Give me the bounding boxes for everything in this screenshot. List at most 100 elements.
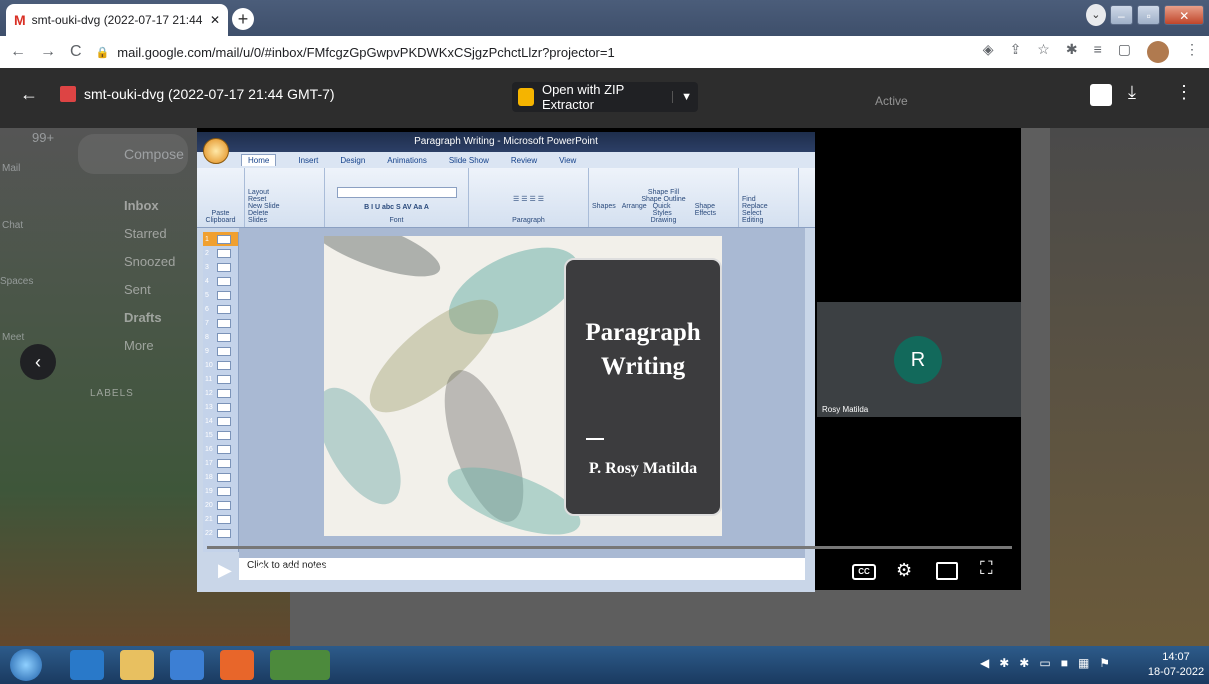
slide-thumbnail[interactable]: 8 [203,330,238,344]
reload-icon[interactable]: C [70,43,82,61]
back-icon[interactable]: ← [10,43,26,61]
tab-animations[interactable]: Animations [387,156,427,165]
miniplayer-icon[interactable] [936,562,958,580]
new-tab-button[interactable]: + [232,8,254,30]
tab-review[interactable]: Review [511,156,537,165]
paragraph-buttons[interactable]: ☰ ☰ ☰ ☰ [513,195,544,203]
slide-thumbnail[interactable]: 13 [203,400,238,414]
close-window-button[interactable]: ✕ [1164,5,1204,25]
maximize-button[interactable]: ▫ [1137,5,1161,25]
rail-chat[interactable]: Chat [2,220,23,231]
shape-effects-button[interactable]: Shape Effects [695,203,735,217]
more-options-icon[interactable]: ⋮ [1175,82,1193,103]
start-button[interactable] [10,649,42,681]
slide-thumbnail[interactable]: 6 [203,302,238,316]
select-button[interactable]: Select [742,210,761,217]
paste-button[interactable]: Paste [212,210,230,217]
tab-view[interactable]: View [559,156,576,165]
bookmark-star-icon[interactable]: ☆ [1037,41,1050,63]
slide-thumbnail[interactable]: 17 [203,456,238,470]
flag-icon[interactable]: ⚑ [1099,656,1110,670]
slide-thumbnail[interactable]: 2 [203,246,238,260]
nav-inbox[interactable]: Inbox [124,198,159,213]
browser-tab[interactable]: M smt-ouki-dvg (2022-07-17 21:44 ✕ [6,4,228,36]
play-icon[interactable]: ▶ [218,560,232,581]
settings-gear-icon[interactable]: ⚙ [896,560,912,581]
slide-thumbnail[interactable]: 7 [203,316,238,330]
tab-insert[interactable]: Insert [298,156,318,165]
slide-thumbnail[interactable]: 21 [203,512,238,526]
find-button[interactable]: Find [742,196,756,203]
nav-snoozed[interactable]: Snoozed [124,254,175,269]
volume-icon[interactable]: 🔊︎ [256,560,266,578]
volume-tray-icon[interactable]: ◀ [980,656,989,670]
font-format-buttons[interactable]: B I U abc S AV Aa A [364,204,429,211]
rail-spaces[interactable]: Spaces [0,276,33,287]
shape-fill-button[interactable]: Shape Fill [648,189,679,196]
open-with-button[interactable]: Open with ZIP Extractor ▼ [512,82,698,112]
minimize-button[interactable]: – [1109,5,1134,25]
close-tab-icon[interactable]: ✕ [210,13,220,27]
chevron-down-icon[interactable]: ▼ [672,91,692,103]
slide-thumbnail[interactable]: 1 [203,232,238,246]
slide-thumbnail[interactable]: 15 [203,428,238,442]
tray-icon[interactable]: ▭ [1039,656,1050,670]
forward-icon[interactable]: → [40,43,56,61]
shape-outline-button[interactable]: Shape Outline [641,196,685,203]
slide-thumbnail[interactable]: 9 [203,344,238,358]
slide-thumbnail[interactable]: 14 [203,414,238,428]
side-panel-icon[interactable]: ▢ [1118,41,1131,63]
new-slide-button[interactable]: New Slide [248,203,280,210]
download-icon[interactable]: ⤓ [1128,82,1136,103]
nav-sent[interactable]: Sent [124,282,151,297]
tab-slide-show[interactable]: Slide Show [449,156,489,165]
profile-avatar[interactable] [1147,41,1169,63]
internet-explorer-icon[interactable] [170,650,204,680]
chrome-icon[interactable] [270,650,330,680]
slide-thumbnail[interactable]: 12 [203,386,238,400]
nav-drafts[interactable]: Drafts [124,310,162,325]
reset-button[interactable]: Reset [248,196,266,203]
replace-button[interactable]: Replace [742,203,768,210]
captions-button[interactable]: CC [852,564,876,580]
tab-design[interactable]: Design [340,156,365,165]
slide-thumbnail[interactable]: 18 [203,470,238,484]
close-viewer-icon[interactable]: ← [20,84,38,105]
nav-more[interactable]: More [124,338,154,353]
office-button-icon[interactable] [203,138,229,164]
add-to-drive-icon[interactable] [1090,84,1112,106]
firefox-icon[interactable] [220,650,254,680]
slide-thumbnail[interactable]: 20 [203,498,238,512]
slide-thumbnail[interactable]: 4 [203,274,238,288]
font-name-box[interactable] [336,187,457,198]
file-explorer-icon[interactable] [120,650,154,680]
nav-starred[interactable]: Starred [124,226,167,241]
address-bar[interactable]: 🔒 mail.google.com/mail/u/0/#inbox/FMfcgz… [96,45,969,60]
share-icon[interactable]: ⇪ [1010,41,1022,63]
slide-thumbnail[interactable]: 22 [203,526,238,540]
slide-thumbnail[interactable]: 5 [203,288,238,302]
quick-styles-button[interactable]: Quick Styles [653,203,689,217]
taskbar-app-icon[interactable] [70,650,104,680]
extensions-icon[interactable]: ✱ [1066,41,1078,63]
rail-meet[interactable]: Meet [2,332,24,343]
shapes-button[interactable]: Shapes [592,203,616,217]
tray-icon[interactable]: ▦ [1078,656,1089,670]
menu-icon[interactable]: ⋮ [1185,41,1199,63]
rail-mail[interactable]: Mail [2,163,20,174]
reading-list-icon[interactable]: ≡ [1094,41,1102,63]
layout-button[interactable]: Layout [248,189,269,196]
tab-search-icon[interactable]: ⌄ [1086,4,1106,26]
previous-arrow-button[interactable]: ‹ [20,344,56,380]
slide-thumbnail[interactable]: 11 [203,372,238,386]
tray-icon[interactable]: ✱ [1019,656,1029,670]
slide-thumbnail[interactable]: 16 [203,442,238,456]
slide-thumbnail[interactable]: 19 [203,484,238,498]
delete-button[interactable]: Delete [248,210,268,217]
fullscreen-icon[interactable]: ⛶ [980,558,993,579]
active-status[interactable]: Active [875,94,908,108]
slide-thumbnail[interactable]: 3 [203,260,238,274]
slide-thumbnail[interactable]: 10 [203,358,238,372]
arrange-button[interactable]: Arrange [622,203,647,217]
tray-icon[interactable]: ■ [1061,656,1068,670]
